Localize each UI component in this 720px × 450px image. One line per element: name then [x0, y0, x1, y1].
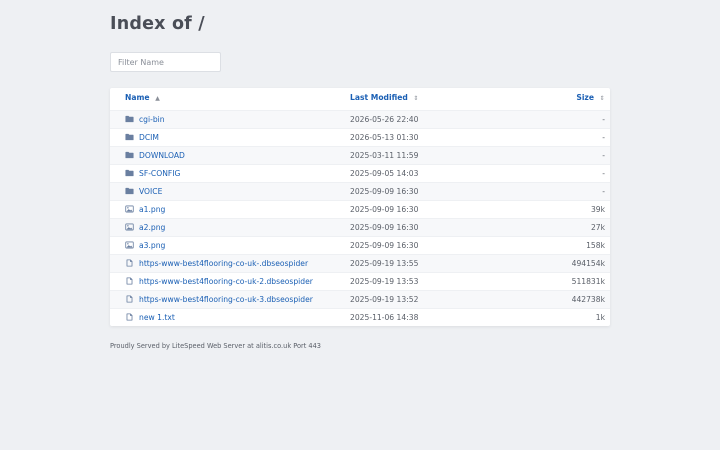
size-cell: - — [602, 169, 605, 178]
size-cell: - — [602, 151, 605, 160]
last-modified-cell: 2026-05-13 01:30 — [350, 133, 419, 142]
file-name-cell: a3.png — [125, 242, 165, 250]
file-icon — [125, 277, 134, 285]
file-name-cell: new 1.txt — [125, 313, 175, 322]
table-row: https-www-best4flooring-co-uk-2.dbseospi… — [110, 272, 610, 290]
file-name-cell: https-www-best4flooring-co-uk-.dbseospid… — [125, 259, 308, 268]
file-icon — [125, 295, 134, 303]
image-icon — [125, 241, 134, 249]
file-link[interactable]: VOICE — [139, 187, 162, 196]
column-header-last-modified[interactable]: Last Modified ⇕ — [350, 94, 420, 103]
folder-icon — [125, 151, 134, 159]
last-modified-cell: 2025-09-09 16:30 — [350, 187, 419, 196]
file-link[interactable]: https-www-best4flooring-co-uk-2.dbseospi… — [139, 277, 313, 286]
last-modified-cell: 2025-09-09 16:30 — [350, 205, 419, 214]
table-row: VOICE 2025-09-09 16:30 - — [110, 182, 610, 200]
server-footer: Proudly Served by LiteSpeed Web Server a… — [110, 342, 321, 350]
file-link[interactable]: https-www-best4flooring-co-uk-.dbseospid… — [139, 259, 308, 268]
sort-both-icon[interactable]: ⇕ — [598, 95, 606, 103]
file-link[interactable]: DOWNLOAD — [139, 151, 185, 160]
folder-icon — [125, 187, 134, 195]
column-header-size[interactable]: Size ⇕ — [576, 94, 606, 103]
table-row: a1.png 2025-09-09 16:30 39k — [110, 200, 610, 218]
file-link[interactable]: a1.png — [139, 205, 165, 214]
size-cell: 494154k — [571, 259, 605, 268]
last-modified-cell: 2025-09-19 13:55 — [350, 259, 419, 268]
file-link[interactable]: DCIM — [139, 133, 159, 142]
table-row: https-www-best4flooring-co-uk-.dbseospid… — [110, 254, 610, 272]
size-cell: - — [602, 133, 605, 142]
last-modified-cell: 2025-09-19 13:52 — [350, 295, 419, 304]
table-row: DOWNLOAD 2025-03-11 11:59 - — [110, 146, 610, 164]
image-icon — [125, 223, 134, 231]
table-row: https-www-best4flooring-co-uk-3.dbseospi… — [110, 290, 610, 308]
table-row: a2.png 2025-09-09 16:30 27k — [110, 218, 610, 236]
size-cell: - — [602, 115, 605, 124]
sort-both-icon[interactable]: ⇕ — [412, 95, 420, 103]
file-link[interactable]: new 1.txt — [139, 313, 175, 322]
column-header-size-label[interactable]: Size — [576, 93, 594, 102]
file-icon — [125, 259, 134, 267]
table-body: cgi-bin 2026-05-26 22:40 - DCIM 2026-05-13 0… — [110, 110, 610, 326]
file-name-cell: DCIM — [125, 134, 159, 142]
table-row: a3.png 2025-09-09 16:30 158k — [110, 236, 610, 254]
last-modified-cell: 2025-09-05 14:03 — [350, 169, 419, 178]
column-header-name[interactable]: Name ▲ — [125, 94, 162, 103]
file-name-cell: a2.png — [125, 224, 165, 232]
file-link[interactable]: a2.png — [139, 223, 165, 232]
size-cell: 27k — [590, 223, 605, 232]
file-icon — [125, 313, 134, 321]
folder-icon — [125, 115, 134, 123]
file-name-cell: VOICE — [125, 188, 162, 196]
column-header-name-label[interactable]: Name — [125, 93, 150, 102]
size-cell: 442738k — [571, 295, 605, 304]
file-listing-table: Name ▲ Last Modified ⇕ Size ⇕ cgi-bin 2026-0… — [110, 88, 610, 326]
last-modified-cell: 2025-11-06 14:38 — [350, 313, 419, 322]
file-name-cell: SF-CONFIG — [125, 170, 180, 178]
table-header-row: Name ▲ Last Modified ⇕ Size ⇕ — [110, 88, 610, 110]
table-row: SF-CONFIG 2025-09-05 14:03 - — [110, 164, 610, 182]
size-cell: 511831k — [571, 277, 605, 286]
last-modified-cell: 2025-03-11 11:59 — [350, 151, 419, 160]
page-title: Index of / — [110, 14, 205, 34]
size-cell: - — [602, 187, 605, 196]
file-link[interactable]: https-www-best4flooring-co-uk-3.dbseospi… — [139, 295, 313, 304]
file-name-cell: https-www-best4flooring-co-uk-2.dbseospi… — [125, 277, 313, 286]
file-link[interactable]: cgi-bin — [139, 115, 165, 124]
filter-name-input[interactable] — [110, 52, 221, 72]
sort-up-icon[interactable]: ▲ — [154, 95, 162, 103]
file-name-cell: a1.png — [125, 206, 165, 214]
folder-icon — [125, 133, 134, 141]
image-icon — [125, 205, 134, 213]
file-link[interactable]: a3.png — [139, 241, 165, 250]
file-link[interactable]: SF-CONFIG — [139, 169, 180, 178]
folder-icon — [125, 169, 134, 177]
file-name-cell: cgi-bin — [125, 116, 165, 124]
table-row: DCIM 2026-05-13 01:30 - — [110, 128, 610, 146]
size-cell: 39k — [590, 205, 605, 214]
last-modified-cell: 2025-09-09 16:30 — [350, 241, 419, 250]
last-modified-cell: 2025-09-19 13:53 — [350, 277, 419, 286]
file-name-cell: https-www-best4flooring-co-uk-3.dbseospi… — [125, 295, 313, 304]
file-name-cell: DOWNLOAD — [125, 152, 185, 160]
table-row: new 1.txt 2025-11-06 14:38 1k — [110, 308, 610, 326]
size-cell: 158k — [586, 241, 605, 250]
table-row: cgi-bin 2026-05-26 22:40 - — [110, 110, 610, 128]
last-modified-cell: 2025-09-09 16:30 — [350, 223, 419, 232]
column-header-last-modified-label[interactable]: Last Modified — [350, 93, 408, 102]
size-cell: 1k — [595, 313, 605, 322]
last-modified-cell: 2026-05-26 22:40 — [350, 115, 419, 124]
